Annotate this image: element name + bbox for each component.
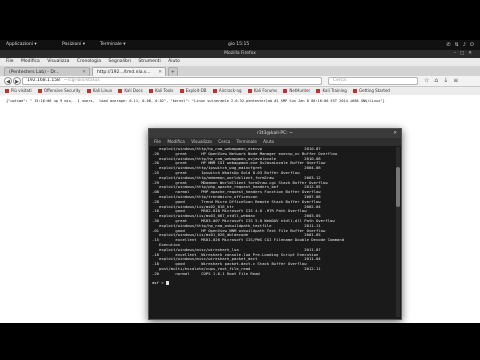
bookmark-item[interactable]: Exploit-DB <box>179 87 207 95</box>
applications-menu[interactable]: Applicazioni ▾ <box>6 40 37 50</box>
accessibility-icon[interactable]: ✆ <box>446 40 450 50</box>
menu-help[interactable]: Aiuto <box>168 59 180 64</box>
url-text: 192.168.1.158 <box>27 78 60 83</box>
bookmark-icon <box>316 89 321 93</box>
msf-prompt: msf > <box>152 280 167 286</box>
downloads-icon[interactable]: ↓ <box>443 77 448 85</box>
tab-close-icon[interactable]: ✕ <box>82 68 86 76</box>
terminal-output[interactable]: exploit/windows/http/hp_nnm_webappmon_ex… <box>149 146 395 318</box>
tab-close-icon[interactable]: ✕ <box>158 68 162 76</box>
back-arrow-icon[interactable]: ◀ <box>4 77 12 85</box>
menu-tools[interactable]: Strumenti <box>138 59 160 64</box>
tab-label: http://192.../tmd.nla.s... <box>97 70 151 75</box>
tab-label: (Pentesters Lab) - Dr... <box>9 70 60 75</box>
term-menu-edit[interactable]: Modifica <box>167 139 185 144</box>
terminal-menubar: File Modifica Visualizza Cerca Terminale… <box>149 138 401 146</box>
scrollbar-thumb[interactable] <box>396 167 400 207</box>
menu-history[interactable]: Cronologia <box>77 59 101 64</box>
network-icon[interactable]: ⇅ <box>455 40 459 50</box>
status-json-text: {"uptime": " 15:16:06 up 9 min, 1 users,… <box>6 99 385 103</box>
terminal-close-icon[interactable]: ✕ <box>393 129 397 138</box>
bookmark-icon <box>212 89 217 93</box>
terminal-window[interactable]: r3t3@kali-PC: ~ ✕ File Modifica Visualiz… <box>148 128 402 320</box>
bookmark-star-icon[interactable]: ☆ <box>424 77 429 85</box>
minimize-icon[interactable]: – <box>454 50 456 58</box>
bookmark-item[interactable]: NetHunter <box>283 87 310 95</box>
forward-arrow-icon[interactable]: ▶ <box>13 77 21 85</box>
desktop-screen: Applicazioni ▾ Posizioni ▾ Terminale ▾ g… <box>0 40 480 323</box>
menu-view[interactable]: Visualizza <box>47 59 69 64</box>
menu-file[interactable]: File <box>6 59 14 64</box>
terminal-title: r3t3@kali-PC: ~ <box>257 131 293 136</box>
bookmark-item[interactable]: Kali Forums <box>247 87 277 95</box>
firefox-titlebar: Mozilla Firefox – □ ✕ <box>0 50 480 58</box>
bookmark-icon <box>148 89 153 93</box>
system-tray[interactable]: ✆ ⇅ ♪ ⏻ <box>446 40 474 50</box>
home-icon[interactable]: ⌂ <box>434 77 438 85</box>
power-icon[interactable]: ⏻ <box>470 40 474 50</box>
url-bar[interactable]: 192.168.1.158 ~/cgi-bin/status <box>22 77 322 85</box>
bookmark-item[interactable]: Kali Tools <box>148 87 173 95</box>
bookmarks-toolbar: Più visitati Offensive Security Kali Lin… <box>0 87 480 95</box>
gnome-top-bar: Applicazioni ▾ Posizioni ▾ Terminale ▾ g… <box>0 40 480 50</box>
firefox-tab-strip: (Pentesters Lab) - Dr... ✕ http://192...… <box>0 66 480 76</box>
bookmark-item[interactable]: Kali Docs <box>118 87 143 95</box>
term-menu-terminal[interactable]: Terminale <box>237 139 257 144</box>
url-path: ~/cgi-bin/status <box>63 78 100 83</box>
menu-bookmarks[interactable]: Segnalibri <box>108 59 131 64</box>
bookmark-icon <box>5 89 9 93</box>
bookmark-icon <box>118 89 123 93</box>
bookmark-item[interactable]: Kali Linux <box>86 87 112 95</box>
places-menu[interactable]: Posizioni ▾ <box>62 40 85 50</box>
clock[interactable]: gio 15:15 <box>228 40 249 50</box>
term-menu-search[interactable]: Cerca <box>218 139 230 144</box>
hamburger-menu-icon[interactable]: ≡ <box>453 77 458 85</box>
terminal-prompt-line[interactable]: msf > <box>152 280 392 286</box>
firefox-navbar: ◀ ▶ 192.168.1.158 ~/cgi-bin/status Cerca … <box>0 76 480 87</box>
tab-pentesterlab[interactable]: (Pentesters Lab) - Dr... ✕ <box>4 67 90 76</box>
terminal-app-menu[interactable]: Terminale ▾ <box>100 40 125 50</box>
firefox-window-title: Mozilla Firefox <box>224 51 256 56</box>
bookmark-item[interactable]: Offensive Security <box>37 87 81 95</box>
bookmark-icon <box>283 89 288 93</box>
bookmark-icon <box>353 89 358 93</box>
bookmark-item[interactable]: Kali Training <box>316 87 347 95</box>
bookmark-icon <box>37 89 42 93</box>
tab-status[interactable]: http://192.../tmd.nla.s... ✕ <box>92 67 166 76</box>
search-input[interactable]: Cerca <box>328 77 418 85</box>
volume-icon[interactable]: ♪ <box>463 40 466 50</box>
maximize-icon[interactable]: □ <box>460 50 464 58</box>
close-icon[interactable]: ✕ <box>468 50 472 58</box>
terminal-titlebar[interactable]: r3t3@kali-PC: ~ ✕ <box>149 129 401 138</box>
terminal-scrollbar[interactable] <box>396 147 400 317</box>
bookmark-icon <box>86 89 91 93</box>
bookmark-item[interactable]: Più visitati <box>5 87 32 95</box>
bookmark-item[interactable]: Getting Started <box>353 87 390 95</box>
term-menu-view[interactable]: Visualizza <box>191 139 212 144</box>
text-cursor <box>166 281 170 286</box>
menu-edit[interactable]: Modifica <box>21 59 40 64</box>
firefox-menubar: File Modifica Visualizza Cronologia Segn… <box>0 58 480 66</box>
bookmark-icon <box>179 89 184 93</box>
bookmark-item[interactable]: Aircrack-ng <box>212 87 242 95</box>
term-menu-help[interactable]: Aiuto <box>263 139 274 144</box>
term-menu-file[interactable]: File <box>154 139 161 144</box>
bookmark-icon <box>247 89 252 93</box>
new-tab-button[interactable]: + <box>168 67 178 76</box>
